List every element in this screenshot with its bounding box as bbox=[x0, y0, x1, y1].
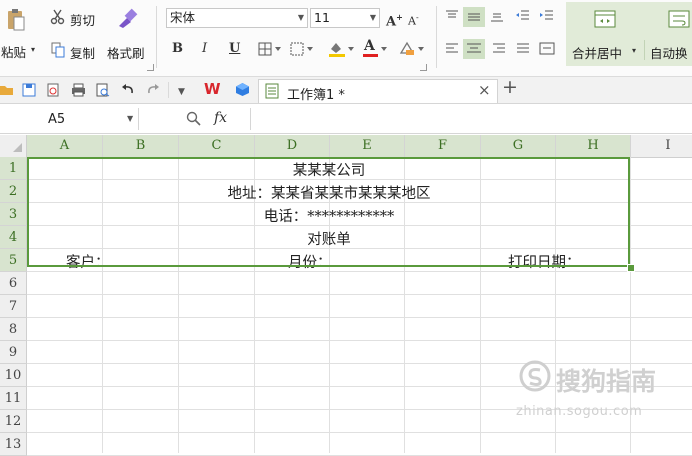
justify-icon[interactable] bbox=[516, 43, 530, 55]
align-right-icon[interactable] bbox=[492, 43, 506, 55]
chevron-down-icon: ▼ bbox=[297, 13, 304, 22]
row-gridline bbox=[27, 317, 692, 318]
increase-font-size-icon[interactable]: A+ bbox=[386, 9, 403, 30]
new-tab-icon[interactable]: + bbox=[502, 78, 518, 97]
merge-cells-icon[interactable] bbox=[594, 10, 616, 28]
column-header-b[interactable]: B bbox=[103, 135, 179, 157]
chevron-down-icon: ▼ bbox=[369, 13, 376, 22]
fill-handle[interactable] bbox=[627, 264, 635, 272]
underline-button[interactable]: U bbox=[229, 41, 240, 57]
row-header-9[interactable]: 9 bbox=[0, 341, 27, 364]
row-header-6[interactable]: 6 bbox=[0, 272, 27, 295]
watermark-url: zhinan.sogou.com bbox=[516, 404, 643, 419]
wrap-text-icon[interactable] bbox=[668, 10, 690, 28]
increase-indent-icon[interactable] bbox=[540, 10, 554, 22]
selection-range bbox=[27, 157, 630, 267]
watermark-logo-icon bbox=[519, 360, 551, 392]
undo-icon[interactable] bbox=[121, 84, 135, 96]
export-pdf-icon[interactable] bbox=[46, 83, 60, 97]
font-color-icon[interactable]: A bbox=[362, 38, 390, 58]
row-header-1[interactable]: 1 bbox=[0, 157, 27, 180]
format-painter-icon[interactable] bbox=[116, 7, 138, 29]
align-middle-icon[interactable] bbox=[463, 7, 485, 27]
column-header-g[interactable]: G bbox=[481, 135, 556, 157]
watermark-text: 搜狗指南 bbox=[556, 367, 657, 396]
row-header-12[interactable]: 12 bbox=[0, 410, 27, 433]
cube-icon[interactable] bbox=[235, 82, 250, 97]
insert-function-button[interactable]: fx bbox=[214, 110, 227, 126]
row-header-11[interactable]: 11 bbox=[0, 387, 27, 410]
cell-style-icon[interactable] bbox=[290, 42, 320, 56]
row-gridline bbox=[27, 340, 692, 341]
paste-button[interactable]: 粘贴 bbox=[1, 42, 26, 61]
row-gridline bbox=[27, 432, 692, 433]
column-header-f[interactable]: F bbox=[405, 135, 481, 157]
merge-center-button[interactable]: 合并居中 bbox=[572, 43, 622, 62]
ribbon-divider bbox=[644, 40, 645, 60]
row-header-5[interactable]: 5 bbox=[0, 249, 27, 272]
border-icon[interactable] bbox=[258, 42, 282, 56]
column-header-c[interactable]: C bbox=[179, 135, 255, 157]
italic-button[interactable]: I bbox=[202, 41, 207, 57]
font-dialog-launcher-icon[interactable] bbox=[147, 64, 154, 71]
distributed-align-icon[interactable] bbox=[539, 42, 555, 55]
zoom-search-icon[interactable] bbox=[186, 111, 202, 127]
clear-format-icon[interactable] bbox=[398, 40, 428, 58]
wps-logo-icon[interactable]: W bbox=[204, 81, 221, 97]
font-size-value: 11 bbox=[314, 10, 330, 25]
format-painter-button[interactable]: 格式刷 bbox=[107, 43, 145, 62]
column-header-i[interactable]: I bbox=[631, 135, 692, 157]
auto-wrap-button[interactable]: 自动换 bbox=[650, 43, 688, 62]
font-dialog-launcher-icon[interactable] bbox=[420, 64, 427, 71]
open-folder-icon[interactable] bbox=[0, 83, 14, 97]
select-all-corner[interactable] bbox=[0, 135, 27, 157]
align-left-icon[interactable] bbox=[445, 43, 459, 55]
copy-button[interactable]: 复制 bbox=[70, 43, 95, 62]
decrease-indent-icon[interactable] bbox=[516, 10, 530, 22]
print-preview-icon[interactable] bbox=[96, 83, 110, 97]
row-gridline bbox=[27, 271, 692, 272]
row-header-7[interactable]: 7 bbox=[0, 295, 27, 318]
tab-label: 工作簿1 * bbox=[287, 88, 345, 103]
paste-icon[interactable] bbox=[6, 7, 26, 33]
spreadsheet-icon bbox=[265, 83, 279, 99]
close-tab-icon[interactable]: × bbox=[478, 82, 491, 98]
align-center-icon[interactable] bbox=[463, 39, 485, 59]
bold-button[interactable]: B bbox=[172, 41, 183, 57]
copy-icon[interactable] bbox=[51, 42, 65, 58]
merge-dropdown-icon[interactable]: ▾ bbox=[632, 43, 636, 59]
paste-dropdown-icon[interactable]: ▾ bbox=[31, 42, 35, 58]
ribbon-divider bbox=[436, 6, 437, 68]
scissors-icon[interactable] bbox=[50, 9, 66, 25]
row-header-4[interactable]: 4 bbox=[0, 226, 27, 249]
toolbar-divider bbox=[168, 82, 169, 98]
row-header-3[interactable]: 3 bbox=[0, 203, 27, 226]
font-name-value: 宋体 bbox=[170, 10, 196, 25]
row-gridline bbox=[27, 294, 692, 295]
align-top-icon[interactable] bbox=[445, 10, 459, 22]
ribbon-divider bbox=[156, 6, 157, 68]
name-box[interactable]: A5 ▼ bbox=[0, 108, 139, 130]
align-bottom-icon[interactable] bbox=[490, 10, 504, 22]
print-icon[interactable] bbox=[71, 83, 86, 97]
cut-button[interactable]: 剪切 bbox=[70, 10, 95, 29]
row-header-8[interactable]: 8 bbox=[0, 318, 27, 341]
column-header-a[interactable]: A bbox=[27, 135, 103, 157]
row-header-10[interactable]: 10 bbox=[0, 364, 27, 387]
cell-reference: A5 bbox=[48, 112, 66, 127]
redo-icon[interactable] bbox=[146, 84, 160, 96]
formula-input[interactable] bbox=[250, 108, 692, 130]
row-header-2[interactable]: 2 bbox=[0, 180, 27, 203]
chevron-down-icon: ▼ bbox=[127, 114, 134, 123]
decrease-font-size-icon[interactable]: A- bbox=[408, 10, 419, 30]
fill-color-icon[interactable] bbox=[328, 40, 356, 58]
save-icon[interactable] bbox=[22, 83, 36, 97]
font-name-select[interactable]: 宋体 ▼ bbox=[166, 8, 308, 28]
column-header-d[interactable]: D bbox=[255, 135, 330, 157]
customize-toolbar-icon[interactable]: ▼ bbox=[178, 84, 185, 100]
column-header-e[interactable]: E bbox=[330, 135, 405, 157]
column-header-h[interactable]: H bbox=[556, 135, 631, 157]
font-size-select[interactable]: 11 ▼ bbox=[310, 8, 380, 28]
